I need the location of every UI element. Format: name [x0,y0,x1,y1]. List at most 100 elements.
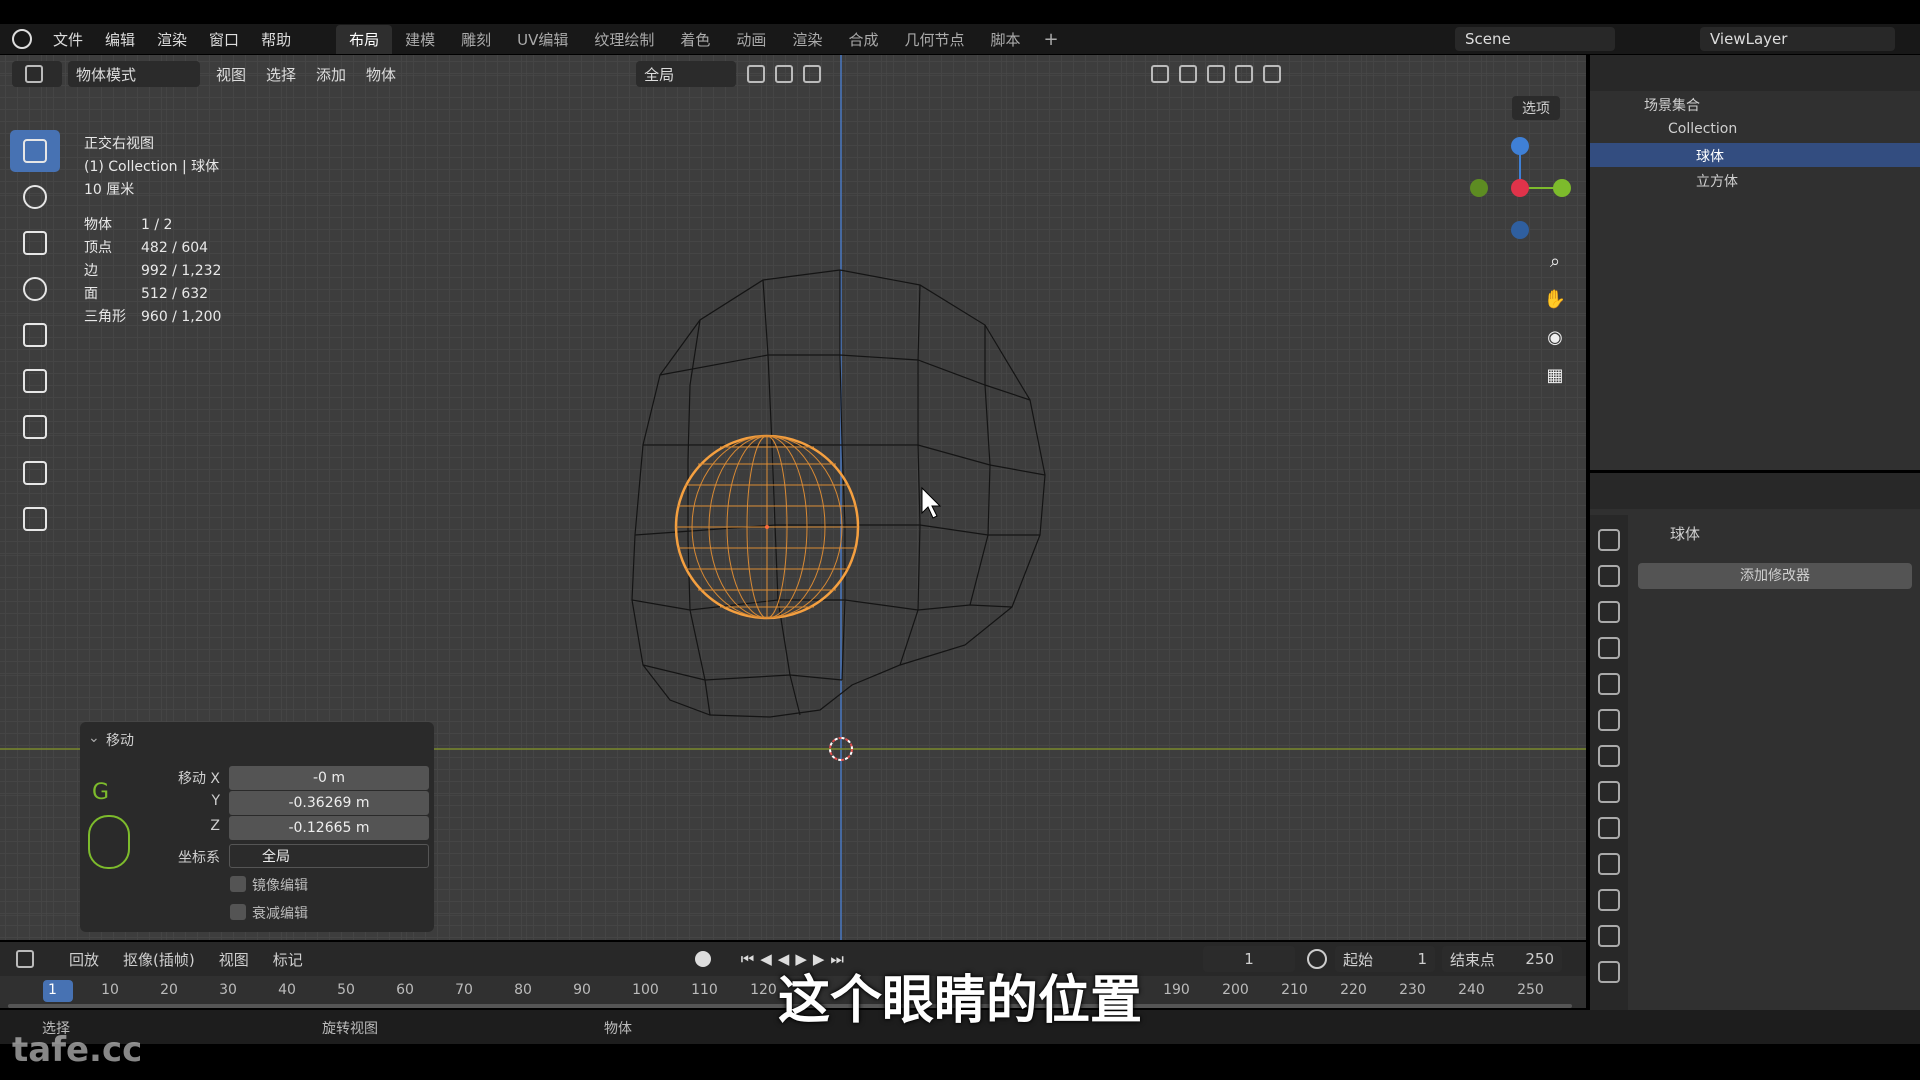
cursor-crosshair-icon [23,185,47,209]
scene-tab-icon[interactable] [1598,673,1620,695]
move-y-label: Y [211,793,220,809]
view-layer-selector[interactable]: ViewLayer [1700,27,1895,51]
physics-tab-icon[interactable] [1598,889,1620,911]
move-tool[interactable] [10,222,60,264]
workspace-tab-texture[interactable]: 纹理绘制 [581,25,667,54]
watermark: tafe.cc [12,1030,143,1070]
workspace-tab-geometry-nodes[interactable]: 几何节点 [891,25,977,54]
workspace-tab-layout[interactable]: 布局 [336,24,393,54]
menu-file[interactable]: 文件 [42,29,94,50]
workspace-tab-uv[interactable]: UV编辑 [504,25,581,54]
mode-label: 物体模式 [76,65,137,84]
workspace-tab-compositing[interactable]: 合成 [835,25,891,54]
mirror-checkbox[interactable] [230,876,246,892]
measure-tool[interactable] [10,452,60,494]
scene-selector[interactable]: Scene [1455,27,1615,51]
constraints-tab-icon[interactable] [1598,925,1620,947]
wireframe-shading-icon[interactable] [1151,65,1170,83]
mirror-label: 镜像编辑 [252,878,308,894]
collection-label[interactable]: Collection [1668,121,1737,137]
add-cube-tool[interactable] [10,498,60,540]
workspace-tab-modeling[interactable]: 建模 [392,25,448,54]
add-workspace-icon[interactable]: + [1033,29,1068,50]
workspace-tab-rendering[interactable]: 渲染 [779,25,835,54]
solid-shading-icon[interactable] [1179,65,1198,83]
zoom-icon[interactable]: ⌕ [1540,246,1570,276]
orientation-select[interactable]: 全局 [229,844,429,868]
gizmo-z-icon[interactable] [1511,137,1529,155]
scene-collection-label[interactable]: 场景集合 [1644,95,1700,115]
navigation-gizmo[interactable] [1470,137,1571,239]
annotate-tool[interactable] [10,406,60,448]
viewport-menu-view[interactable]: 视图 [206,64,256,85]
pivot-icon[interactable] [747,65,766,83]
orientation-label: 坐标系 [178,850,220,866]
move-x-field[interactable]: -0 m [229,766,429,790]
menu-edit[interactable]: 编辑 [94,29,146,50]
properties-header [1590,473,1920,509]
properties-object-name: 球体 [1670,525,1701,543]
gizmo-neg-z-icon[interactable] [1511,221,1529,239]
select-box-tool[interactable] [10,130,60,172]
options-dropdown[interactable]: 选项 [1512,96,1560,120]
view-layer-tab-icon[interactable] [1598,637,1620,659]
proportional-checkbox[interactable] [230,904,246,920]
cursor-tool[interactable] [10,176,60,218]
outliner-item-sphere[interactable]: 球体 [1590,143,1920,167]
pan-hand-icon[interactable]: ✋ [1540,284,1570,314]
operator-panel-move[interactable]: 移动 ⌄ G 移动 X -0 m Y -0.36269 m Z -0.12665… [80,722,434,932]
outliner-item-label: 球体 [1696,149,1724,165]
workspace-tab-scripting[interactable]: 脚本 [977,25,1033,54]
rotate-tool[interactable] [10,268,60,310]
material-shading-icon[interactable] [1207,65,1226,83]
move-z-field[interactable]: -0.12665 m [229,816,429,840]
add-modifier-button[interactable]: 添加修改器 [1638,563,1912,589]
viewport-header: 物体模式 视图 选择 添加 物体 全局 [0,55,1586,93]
transform-tool[interactable] [10,360,60,402]
editor-type-button[interactable] [12,61,62,87]
visibility-eye-icon[interactable] [1263,65,1282,83]
outliner-item-cube[interactable]: 立方体 [1590,168,1920,192]
output-tab-icon[interactable] [1598,601,1620,623]
viewport-menu-object[interactable]: 物体 [356,64,406,85]
menu-window[interactable]: 窗口 [198,29,250,50]
viewport-menu-add[interactable]: 添加 [306,64,356,85]
world-tab-icon[interactable] [1598,709,1620,731]
gizmo-y-icon[interactable] [1553,179,1571,197]
move-y-field[interactable]: -0.36269 m [229,791,429,815]
mouse-icon [88,815,130,869]
camera-view-icon[interactable]: ◉ [1540,322,1570,352]
menu-help[interactable]: 帮助 [250,29,302,50]
blender-logo-icon[interactable] [12,29,32,49]
ruler-icon [23,461,47,485]
viewport-nav-buttons: ⌕ ✋ ◉ ▦ [1540,246,1572,398]
select-cursor-icon [23,139,47,163]
particles-tab-icon[interactable] [1598,853,1620,875]
gizmo-neg-y-icon[interactable] [1470,179,1488,197]
scale-tool[interactable] [10,314,60,356]
collapse-chevron-icon[interactable]: ⌄ [88,730,100,746]
mode-selector[interactable]: 物体模式 [68,61,200,87]
rendered-shading-icon[interactable] [1235,65,1254,83]
stat-row: 顶点 482 / 604 [84,240,209,256]
gizmo-x-icon[interactable] [1511,179,1529,197]
proportional-edit-icon[interactable] [803,65,822,83]
workspace-tab-sculpt[interactable]: 雕刻 [448,25,504,54]
render-tab-icon[interactable] [1598,565,1620,587]
viewport-stats: 正交右视图 (1) Collection | 球体 10 厘米 物体 1 / 2 … [84,133,221,329]
transform-orientation-selector[interactable]: 全局 [636,61,737,87]
modifier-tab-icon[interactable] [1598,817,1620,839]
snap-icon[interactable] [775,65,794,83]
object-tab-icon[interactable] [1598,781,1620,803]
workspace-tab-shading[interactable]: 着色 [667,25,723,54]
transform-icon [23,369,47,393]
workspace-tab-animation[interactable]: 动画 [723,25,779,54]
menu-render[interactable]: 渲染 [146,29,198,50]
eye-sphere[interactable] [674,434,860,620]
ortho-grid-icon[interactable]: ▦ [1540,360,1570,390]
move-x-label: 移动 X [177,771,220,787]
tool-tab-icon[interactable] [1598,529,1620,551]
mouse-cursor-icon [921,486,942,519]
collection-tab-icon[interactable] [1598,745,1620,767]
viewport-menu-select[interactable]: 选择 [256,64,306,85]
